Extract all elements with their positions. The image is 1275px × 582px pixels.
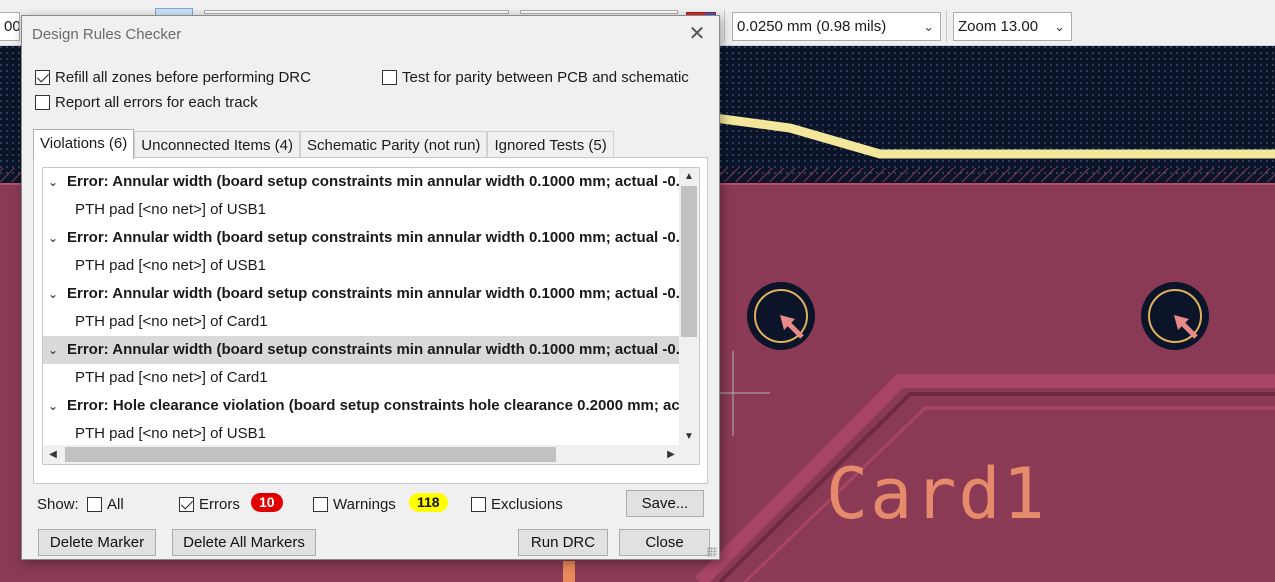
violation-error-text: Error: Annular width (board setup constr… (67, 229, 680, 246)
show-warnings-label: Warnings (333, 496, 396, 513)
violation-row[interactable]: ⌄ Error: Hole clearance violation (board… (43, 392, 680, 420)
violation-row[interactable]: ⌄ Error: Annular width (board setup cons… (43, 168, 680, 196)
scrollbar-thumb[interactable] (65, 447, 556, 462)
tab-schematic-parity[interactable]: Schematic Parity (not run) (300, 131, 488, 158)
parity-checkbox[interactable]: Test for parity between PCB and schemati… (382, 69, 689, 86)
chevron-down-icon[interactable]: ⌄ (48, 224, 58, 252)
grid-select-value: 0.0250 mm (0.98 mils) (737, 18, 887, 35)
show-filter-label: Show: (37, 496, 79, 513)
resize-grip-icon[interactable] (707, 547, 717, 557)
violation-error-text: Error: Annular width (board setup constr… (67, 285, 680, 302)
show-exclusions-label: Exclusions (491, 496, 563, 513)
scroll-right-icon[interactable]: ▶ (661, 445, 681, 464)
netclass-select[interactable] (204, 10, 509, 14)
run-drc-button[interactable]: Run DRC (518, 529, 608, 556)
tab-unconnected-items[interactable]: Unconnected Items (4) (134, 131, 301, 158)
delete-all-markers-button[interactable]: Delete All Markers (172, 529, 316, 556)
units-select-value: 00 m (4, 18, 20, 35)
scroll-down-icon[interactable]: ▼ (679, 428, 699, 446)
dialog-title: Design Rules Checker (32, 26, 182, 43)
chevron-down-icon: ⌄ (923, 19, 934, 34)
violation-item-text: PTH pad [<no net>] of USB1 (75, 425, 266, 442)
violation-row-selected[interactable]: ⌄ Error: Annular width (board setup cons… (43, 336, 680, 364)
vertical-scrollbar[interactable]: ▲ ▼ (679, 168, 699, 446)
refill-zones-label: Refill all zones before performing DRC (55, 69, 311, 86)
show-warnings-checkbox[interactable]: Warnings (313, 496, 396, 513)
violation-error-text: Error: Hole clearance violation (board s… (67, 397, 680, 414)
violation-row[interactable]: ⌄ Error: Annular width (board setup cons… (43, 280, 680, 308)
parity-label: Test for parity between PCB and schemati… (402, 69, 689, 86)
report-all-errors-checkbox[interactable]: Report all errors for each track (35, 94, 258, 111)
violation-item-row[interactable]: PTH pad [<no net>] of USB1 (43, 196, 680, 224)
checkbox-box[interactable] (313, 497, 328, 512)
violation-item-row[interactable]: PTH pad [<no net>] of Card1 (43, 364, 680, 392)
checkbox-box[interactable] (35, 70, 50, 85)
zoom-select[interactable]: Zoom 13.00 ⌄ (953, 12, 1072, 41)
warnings-count-badge: 118 (409, 493, 448, 512)
checkbox-box[interactable] (382, 70, 397, 85)
tab-violations[interactable]: Violations (6) (33, 129, 135, 159)
chevron-down-icon[interactable]: ⌄ (48, 280, 58, 308)
chevron-down-icon[interactable]: ⌄ (48, 392, 58, 420)
toolbar-separator (724, 10, 725, 42)
chevron-down-icon[interactable]: ⌄ (48, 168, 58, 196)
violation-item-text: PTH pad [<no net>] of Card1 (75, 313, 268, 330)
violation-row[interactable]: ⌄ Error: Annular width (board setup cons… (43, 224, 680, 252)
save-button[interactable]: Save... (626, 490, 704, 517)
errors-count-badge: 10 (251, 493, 283, 512)
violation-item-row[interactable]: PTH pad [<no net>] of USB1 (43, 252, 680, 280)
violation-error-text: Error: Annular width (board setup constr… (67, 173, 680, 190)
checkbox-box[interactable] (179, 497, 194, 512)
chevron-down-icon: ⌄ (1054, 19, 1065, 34)
close-button[interactable]: Close (619, 529, 710, 556)
units-select[interactable]: 00 m (0, 12, 20, 41)
close-icon[interactable]: ✕ (685, 22, 709, 46)
show-all-checkbox[interactable]: All (87, 496, 124, 513)
chevron-down-icon[interactable]: ⌄ (48, 336, 58, 364)
show-errors-checkbox[interactable]: Errors (179, 496, 240, 513)
violation-item-text: PTH pad [<no net>] of USB1 (75, 257, 266, 274)
scroll-up-icon[interactable]: ▲ (679, 168, 699, 186)
layer-select[interactable] (520, 10, 678, 14)
zoom-select-value: Zoom 13.00 (958, 18, 1039, 35)
violations-list[interactable]: ⌄ Error: Annular width (board setup cons… (42, 167, 700, 465)
horizontal-scrollbar[interactable]: ◀ ▶ (43, 445, 699, 464)
violation-item-row[interactable]: PTH pad [<no net>] of USB1 (43, 420, 680, 446)
violations-panel: ⌄ Error: Annular width (board setup cons… (33, 157, 708, 484)
violation-item-row[interactable]: PTH pad [<no net>] of Card1 (43, 308, 680, 336)
checkbox-box[interactable] (87, 497, 102, 512)
results-tabs: Violations (6) Unconnected Items (4) Sch… (33, 129, 614, 159)
report-all-errors-label: Report all errors for each track (55, 94, 258, 111)
silkscreen-reference-label: Card1 (826, 453, 1047, 535)
violation-error-text: Error: Annular width (board setup constr… (67, 341, 680, 358)
violation-item-text: PTH pad [<no net>] of Card1 (75, 369, 268, 386)
scroll-left-icon[interactable]: ◀ (43, 445, 63, 464)
checkbox-box[interactable] (471, 497, 486, 512)
violation-item-text: PTH pad [<no net>] of USB1 (75, 201, 266, 218)
scrollbar-thumb[interactable] (681, 186, 697, 337)
violations-rows: ⌄ Error: Annular width (board setup cons… (43, 168, 680, 446)
show-all-label: All (107, 496, 124, 513)
show-errors-label: Errors (199, 496, 240, 513)
toolbar-separator (946, 10, 947, 42)
refill-zones-checkbox[interactable]: Refill all zones before performing DRC (35, 69, 311, 86)
design-rules-checker-dialog: Design Rules Checker ✕ Refill all zones … (21, 15, 720, 560)
checkbox-box[interactable] (35, 95, 50, 110)
delete-marker-button[interactable]: Delete Marker (38, 529, 156, 556)
show-exclusions-checkbox[interactable]: Exclusions (471, 496, 563, 513)
pad-right[interactable] (1141, 282, 1209, 350)
tab-ignored-tests[interactable]: Ignored Tests (5) (487, 131, 614, 158)
grid-select[interactable]: 0.0250 mm (0.98 mils) ⌄ (732, 12, 941, 41)
pad-left[interactable] (747, 282, 815, 350)
